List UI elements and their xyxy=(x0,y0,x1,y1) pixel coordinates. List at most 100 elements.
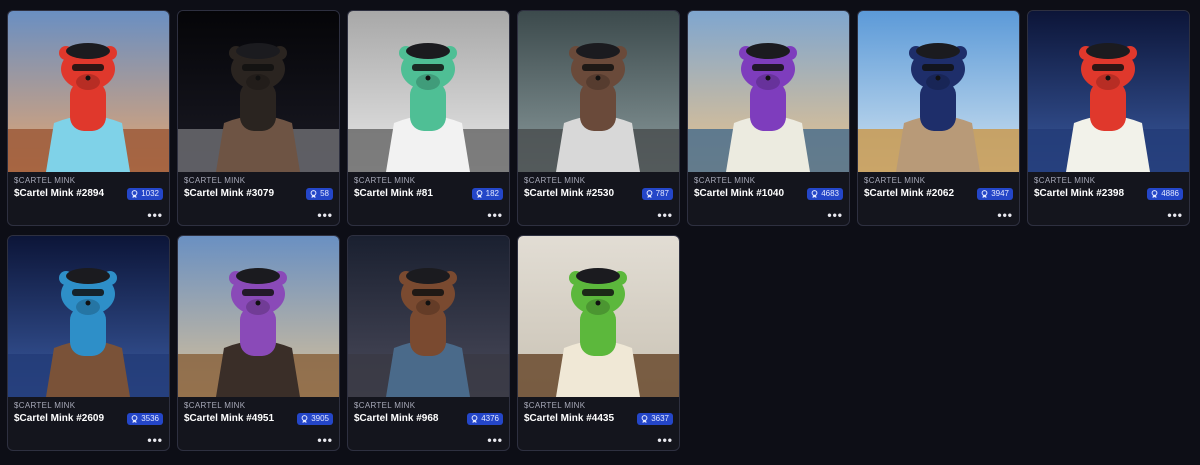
nft-artwork xyxy=(858,11,1019,172)
rank-value: 1032 xyxy=(141,189,159,198)
nft-card[interactable]: $CARTEL MINK $Cartel Mink #968 4376 ••• xyxy=(347,235,510,451)
more-options-button[interactable]: ••• xyxy=(657,209,673,221)
rank-value: 3947 xyxy=(991,189,1009,198)
rarity-rank-badge: 787 xyxy=(641,187,673,200)
more-options-button[interactable]: ••• xyxy=(147,434,163,446)
rank-ribbon-icon xyxy=(131,189,138,198)
mink-portrait-illustration xyxy=(348,11,509,172)
mink-portrait-illustration xyxy=(348,236,509,397)
rarity-rank-badge: 4376 xyxy=(467,412,503,425)
rank-ribbon-icon xyxy=(641,414,648,423)
nft-grid: $CARTEL MINK $Cartel Mink #2894 1032 •••… xyxy=(7,10,1190,451)
collection-name: $CARTEL MINK xyxy=(524,401,586,410)
nft-title: $Cartel Mink #968 xyxy=(354,413,439,424)
rank-value: 182 xyxy=(485,189,499,198)
nft-artwork xyxy=(518,236,679,397)
more-options-button[interactable]: ••• xyxy=(997,209,1013,221)
nft-title: $Cartel Mink #2398 xyxy=(1034,188,1125,199)
rank-ribbon-icon xyxy=(981,189,988,198)
more-options-button[interactable]: ••• xyxy=(487,209,503,221)
nft-artwork xyxy=(8,236,169,397)
more-options-button[interactable]: ••• xyxy=(487,434,503,446)
rarity-rank-badge: 182 xyxy=(471,187,503,200)
rank-ribbon-icon xyxy=(646,189,653,198)
rank-value: 4376 xyxy=(481,414,499,423)
rarity-rank-badge: 4683 xyxy=(807,187,843,200)
mink-portrait-illustration xyxy=(518,236,679,397)
more-options-button[interactable]: ••• xyxy=(317,209,333,221)
collection-name: $CARTEL MINK xyxy=(184,401,246,410)
collection-name: $CARTEL MINK xyxy=(1034,176,1096,185)
rank-ribbon-icon xyxy=(471,414,478,423)
nft-artwork xyxy=(518,11,679,172)
nft-card[interactable]: $CARTEL MINK $Cartel Mink #3079 58 ••• xyxy=(177,10,340,226)
rarity-rank-badge: 3905 xyxy=(297,412,333,425)
rank-ribbon-icon xyxy=(310,189,317,198)
rarity-rank-badge: 3536 xyxy=(127,412,163,425)
rank-value: 3905 xyxy=(311,414,329,423)
nft-artwork xyxy=(1028,11,1189,172)
collection-name: $CARTEL MINK xyxy=(184,176,246,185)
nft-title: $Cartel Mink #1040 xyxy=(694,188,785,199)
mink-portrait-illustration xyxy=(8,236,169,397)
nft-card[interactable]: $CARTEL MINK $Cartel Mink #2062 3947 ••• xyxy=(857,10,1020,226)
rank-ribbon-icon xyxy=(476,189,483,198)
mink-portrait-illustration xyxy=(688,11,849,172)
more-options-button[interactable]: ••• xyxy=(657,434,673,446)
collection-name: $CARTEL MINK xyxy=(354,401,416,410)
nft-title: $Cartel Mink #4951 xyxy=(184,413,275,424)
nft-artwork xyxy=(348,236,509,397)
collection-name: $CARTEL MINK xyxy=(524,176,586,185)
rank-ribbon-icon xyxy=(1151,189,1158,198)
rank-value: 4683 xyxy=(821,189,839,198)
rank-value: 58 xyxy=(320,189,329,198)
mink-portrait-illustration xyxy=(858,11,1019,172)
collection-name: $CARTEL MINK xyxy=(14,176,76,185)
rank-ribbon-icon xyxy=(301,414,308,423)
mink-portrait-illustration xyxy=(1028,11,1189,172)
rank-value: 3637 xyxy=(651,414,669,423)
nft-title: $Cartel Mink #3079 xyxy=(184,188,275,199)
nft-title: $Cartel Mink #81 xyxy=(354,188,433,199)
nft-card[interactable]: $CARTEL MINK $Cartel Mink #2530 787 ••• xyxy=(517,10,680,226)
collection-name: $CARTEL MINK xyxy=(864,176,926,185)
rarity-rank-badge: 58 xyxy=(306,187,333,200)
nft-card[interactable]: $CARTEL MINK $Cartel Mink #4951 3905 ••• xyxy=(177,235,340,451)
nft-card[interactable]: $CARTEL MINK $Cartel Mink #2894 1032 ••• xyxy=(7,10,170,226)
rarity-rank-badge: 3637 xyxy=(637,412,673,425)
nft-artwork xyxy=(8,11,169,172)
rank-value: 4886 xyxy=(1161,189,1179,198)
rarity-rank-badge: 3947 xyxy=(977,187,1013,200)
mink-portrait-illustration xyxy=(178,11,339,172)
rarity-rank-badge: 1032 xyxy=(127,187,163,200)
mink-portrait-illustration xyxy=(518,11,679,172)
nft-title: $Cartel Mink #4435 xyxy=(524,413,615,424)
mink-portrait-illustration xyxy=(178,236,339,397)
nft-card[interactable]: $CARTEL MINK $Cartel Mink #2609 3536 ••• xyxy=(7,235,170,451)
more-options-button[interactable]: ••• xyxy=(317,434,333,446)
more-options-button[interactable]: ••• xyxy=(147,209,163,221)
nft-title: $Cartel Mink #2609 xyxy=(14,413,105,424)
rarity-rank-badge: 4886 xyxy=(1147,187,1183,200)
nft-artwork xyxy=(688,11,849,172)
nft-title: $Cartel Mink #2062 xyxy=(864,188,955,199)
nft-title: $Cartel Mink #2530 xyxy=(524,188,615,199)
rank-ribbon-icon xyxy=(131,414,138,423)
nft-artwork xyxy=(178,11,339,172)
more-options-button[interactable]: ••• xyxy=(1167,209,1183,221)
rank-ribbon-icon xyxy=(811,189,818,198)
nft-artwork xyxy=(178,236,339,397)
collection-name: $CARTEL MINK xyxy=(694,176,756,185)
collection-name: $CARTEL MINK xyxy=(14,401,76,410)
nft-card[interactable]: $CARTEL MINK $Cartel Mink #1040 4683 ••• xyxy=(687,10,850,226)
collection-name: $CARTEL MINK xyxy=(354,176,416,185)
nft-title: $Cartel Mink #2894 xyxy=(14,188,105,199)
nft-card[interactable]: $CARTEL MINK $Cartel Mink #2398 4886 ••• xyxy=(1027,10,1190,226)
nft-card[interactable]: $CARTEL MINK $Cartel Mink #81 182 ••• xyxy=(347,10,510,226)
rank-value: 787 xyxy=(655,189,669,198)
more-options-button[interactable]: ••• xyxy=(827,209,843,221)
nft-card[interactable]: $CARTEL MINK $Cartel Mink #4435 3637 ••• xyxy=(517,235,680,451)
mink-portrait-illustration xyxy=(8,11,169,172)
rank-value: 3536 xyxy=(141,414,159,423)
nft-artwork xyxy=(348,11,509,172)
